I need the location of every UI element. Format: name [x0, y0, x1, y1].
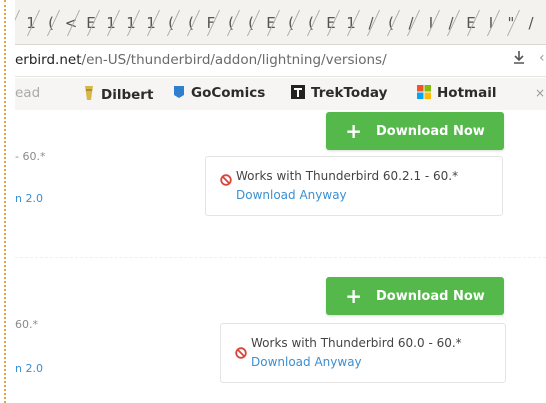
url-text[interactable]: erbird.net/en-US/thunderbird/addon/light… [15, 52, 387, 68]
hotmail-icon [417, 85, 431, 103]
versions-list: - 60.* n 2.0 + Download Now Works with T… [15, 110, 546, 403]
download-now-button[interactable]: + Download Now [326, 277, 504, 315]
version-divider [15, 257, 546, 258]
dilbert-icon [83, 85, 95, 105]
download-arrow-icon[interactable] [513, 50, 525, 68]
bookmark-label: ead [15, 85, 41, 101]
bookmarks-bar: ead Dilbert GoComics TrekToday Hotmail × [15, 78, 546, 111]
bookmark-label: Dilbert [101, 87, 154, 103]
bookmark-dilbert[interactable]: Dilbert [83, 85, 153, 105]
blocked-icon [235, 344, 247, 363]
bookmark-item[interactable]: ead [15, 85, 40, 101]
url-path: /en-US/thunderbird/addon/lightning/versi… [81, 52, 387, 68]
compatibility-notice: Works with Thunderbird 60.0 - 60.* Downl… [220, 323, 506, 383]
toolbar-overflow-icon[interactable]: ‹ [539, 50, 545, 66]
page-edge-marker [4, 0, 6, 403]
bookmark-label: GoComics [191, 85, 266, 101]
bookmark-trektoday[interactable]: TrekToday [291, 85, 387, 103]
bookmark-label: TrekToday [311, 85, 388, 101]
compatibility-notice: Works with Thunderbird 60.2.1 - 60.* Dow… [205, 156, 503, 216]
license-link[interactable]: n 2.0 [15, 192, 43, 205]
url-bar[interactable]: erbird.net/en-US/thunderbird/addon/light… [15, 46, 546, 77]
bookmark-label: Hotmail [437, 85, 497, 101]
close-icon[interactable]: × [535, 86, 545, 100]
plus-icon: + [345, 284, 362, 308]
bookmark-gocomics[interactable]: GoComics [173, 85, 265, 103]
bookmark-hotmail[interactable]: Hotmail [417, 85, 496, 103]
works-with-text: Works with Thunderbird 60.0 - 60.* [251, 336, 462, 350]
version-range-text: - 60.* [15, 150, 46, 163]
works-with-text: Works with Thunderbird 60.2.1 - 60.* [236, 169, 459, 183]
version-range-text: 60.* [15, 318, 38, 331]
browser-window: 1 ( < E 1 1 1 ( ( F ( ( E ( ( E 1 / ( / … [15, 0, 546, 403]
license-link[interactable]: n 2.0 [15, 362, 43, 375]
download-now-button[interactable]: + Download Now [326, 112, 504, 150]
gocomics-icon [173, 85, 185, 103]
tab[interactable]: / [519, 10, 543, 36]
download-now-label: Download Now [375, 288, 485, 304]
plus-icon: + [345, 119, 362, 143]
download-now-label: Download Now [375, 123, 485, 139]
download-anyway-link[interactable]: Download Anyway [251, 355, 362, 369]
download-anyway-link[interactable]: Download Anyway [236, 188, 347, 202]
blocked-icon [220, 171, 232, 190]
trektoday-icon [291, 85, 305, 103]
url-host: erbird.net [15, 52, 82, 68]
tab-strip: 1 ( < E 1 1 1 ( ( F ( ( E ( ( E 1 / ( / … [15, 0, 546, 45]
